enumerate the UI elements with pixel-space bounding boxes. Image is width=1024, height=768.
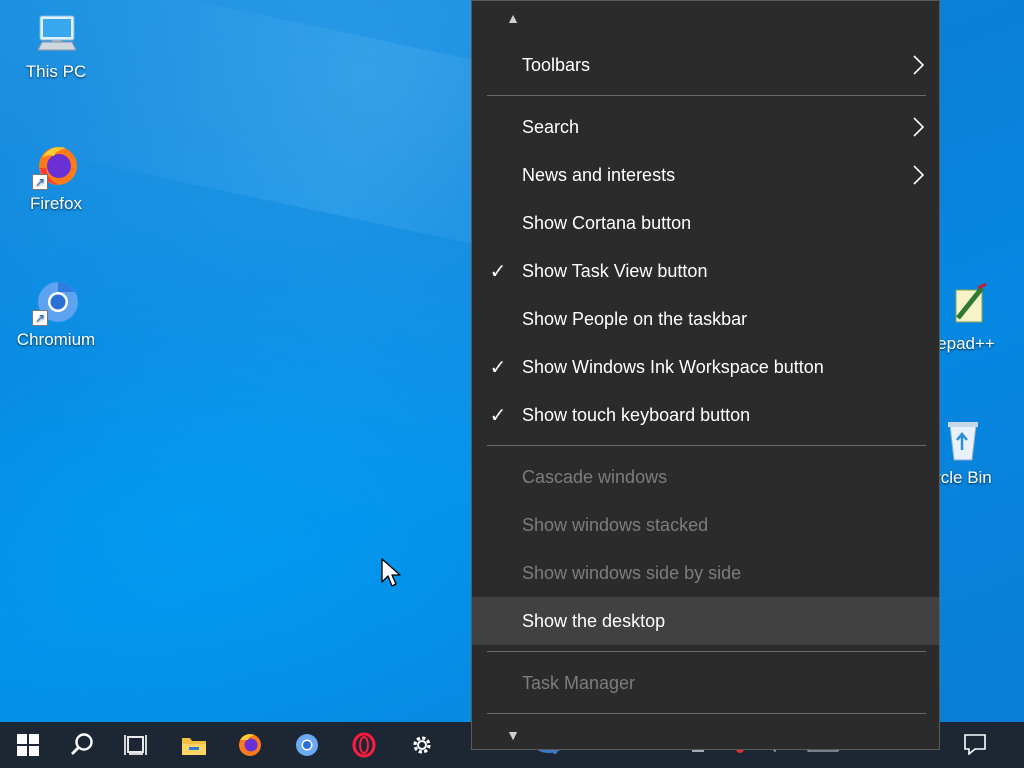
task-view-button[interactable] [108, 722, 164, 768]
menu-item-label: Show Task View button [522, 260, 708, 281]
start-button[interactable] [0, 722, 56, 768]
notification-icon[interactable] [960, 732, 990, 756]
settings-taskbar-button[interactable] [394, 722, 450, 768]
menu-separator [487, 95, 926, 96]
menu-item-show-people-on-the-taskbar[interactable]: Show People on the taskbar [472, 295, 939, 343]
menu-item-show-windows-ink-workspace-button[interactable]: ✓ Show Windows Ink Workspace button [472, 343, 939, 391]
search-icon [71, 733, 93, 755]
search-button[interactable] [54, 722, 110, 768]
folder-icon [182, 738, 206, 755]
desktop-icon-label: Chromium [16, 330, 96, 349]
menu-item-task-manager: Task Manager [472, 659, 939, 707]
checkmark-icon: ✓ [489, 260, 507, 283]
menu-item-label: Toolbars [522, 54, 591, 75]
recycle-bin-icon [938, 416, 986, 464]
menu-item-label: Show touch keyboard button [522, 404, 751, 425]
menu-item-label: Show Windows Ink Workspace button [522, 356, 824, 377]
menu-item-toolbars[interactable]: Toolbars [472, 41, 939, 89]
checkmark-icon: ✓ [489, 404, 507, 427]
desktop-icon-chromium[interactable]: ↗ Chromium [8, 278, 104, 350]
chevron-right-icon [913, 165, 925, 185]
chromium-taskbar-button[interactable] [279, 722, 335, 768]
menu-item-label: Search [522, 116, 580, 137]
taskbar-context-menu: ▲ Toolbars Search News and interests Sho… [471, 0, 940, 750]
task-view-icon [124, 735, 147, 755]
menu-item-label: Show People on the taskbar [522, 308, 748, 329]
chromium-icon: ↗ [32, 278, 80, 326]
menu-item-label: Task Manager [522, 672, 636, 693]
desktop-icon-firefox[interactable]: ↗ Firefox [8, 142, 104, 214]
firefox-icon: ↗ [32, 142, 80, 190]
menu-item-news-and-interests[interactable]: News and interests [472, 151, 939, 199]
menu-item-label: Cascade windows [522, 466, 668, 487]
shortcut-arrow-icon: ↗ [32, 310, 48, 326]
file-explorer-button[interactable] [166, 722, 222, 768]
menu-separator [487, 713, 926, 714]
menu-item-show-the-desktop[interactable]: Show the desktop [472, 597, 939, 645]
menu-item-label: Show Cortana button [522, 212, 692, 233]
chromium-icon [296, 734, 318, 756]
scroll-down-arrow-icon[interactable]: ▼ [502, 727, 524, 743]
menu-separator [487, 445, 926, 446]
this-pc-icon [32, 10, 80, 58]
menu-item-show-windows-stacked: Show windows stacked [472, 501, 939, 549]
menu-item-label: Show windows stacked [522, 514, 709, 535]
gear-icon [413, 736, 431, 754]
checkmark-icon: ✓ [489, 356, 507, 379]
menu-item-show-task-view-button[interactable]: ✓ Show Task View button [472, 247, 939, 295]
firefox-icon [239, 734, 261, 756]
chevron-right-icon [913, 55, 925, 75]
menu-item-label: Show the desktop [522, 610, 666, 631]
notepad-plus-plus-icon [942, 282, 990, 330]
desktop-icon-this-pc[interactable]: This PC [8, 10, 104, 82]
opera-taskbar-button[interactable] [336, 722, 392, 768]
menu-separator [487, 651, 926, 652]
menu-item-label: Show windows side by side [522, 562, 742, 583]
opera-icon [352, 732, 376, 758]
mouse-cursor-icon [381, 558, 401, 587]
shortcut-arrow-icon: ↗ [32, 174, 48, 190]
chevron-right-icon [913, 117, 925, 137]
desktop-icon-label: This PC [25, 62, 87, 81]
menu-item-cascade-windows: Cascade windows [472, 453, 939, 501]
desktop-icon-label: Firefox [30, 194, 82, 213]
firefox-taskbar-button[interactable] [222, 722, 278, 768]
menu-item-show-cortana-button[interactable]: Show Cortana button [472, 199, 939, 247]
windows-logo-icon [17, 734, 39, 756]
menu-item-show-touch-keyboard-button[interactable]: ✓ Show touch keyboard button [472, 391, 939, 439]
menu-item-show-windows-side-by-side: Show windows side by side [472, 549, 939, 597]
menu-item-label: News and interests [522, 164, 676, 185]
menu-item-search[interactable]: Search [472, 103, 939, 151]
scroll-up-arrow-icon[interactable]: ▲ [502, 10, 524, 26]
